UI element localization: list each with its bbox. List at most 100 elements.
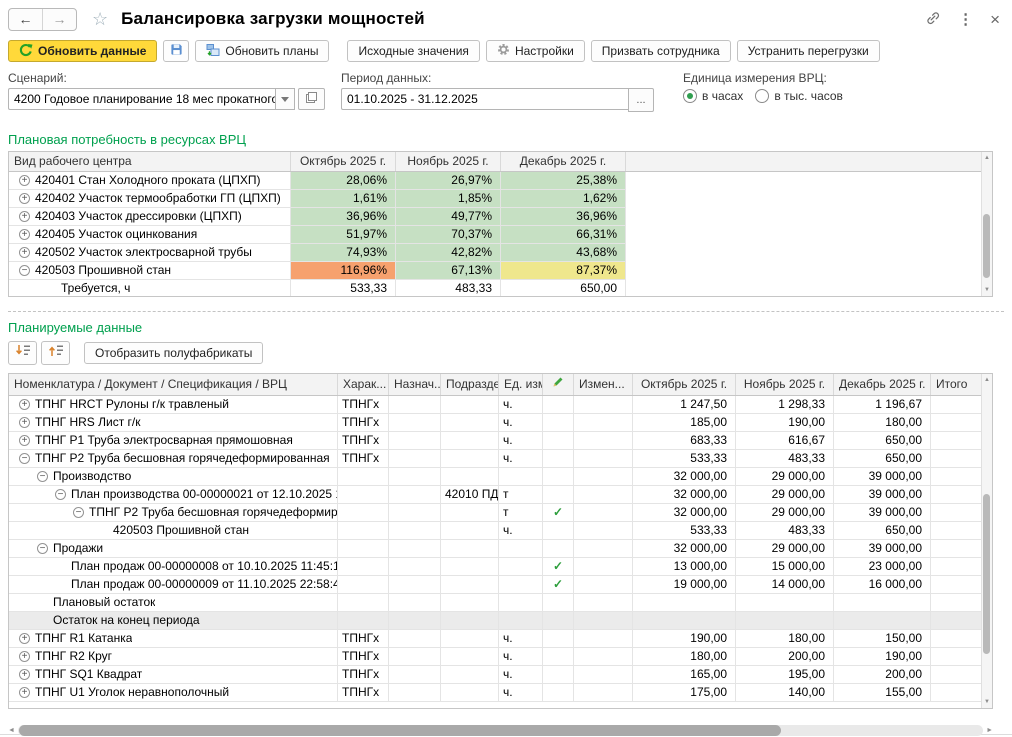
radio-hours[interactable]: в часах bbox=[683, 89, 743, 103]
collapse-icon[interactable]: − bbox=[19, 453, 30, 464]
column-header[interactable]: Октябрь 2025 г. bbox=[291, 152, 396, 171]
expand-icon[interactable]: + bbox=[19, 687, 30, 698]
radio-thousand-hours[interactable]: в тыс. часов bbox=[755, 89, 843, 103]
column-header[interactable]: Подразде... bbox=[441, 374, 499, 395]
scrollbar-thumb[interactable] bbox=[983, 214, 990, 278]
vertical-scrollbar[interactable]: ▲ ▼ bbox=[981, 152, 992, 296]
expand-icon[interactable]: + bbox=[19, 651, 30, 662]
refresh-data-button[interactable]: Обновить данные bbox=[8, 40, 157, 62]
scroll-down-icon[interactable]: ▼ bbox=[982, 285, 992, 295]
collapse-levels-button[interactable] bbox=[41, 341, 70, 365]
column-header[interactable]: Декабрь 2025 г. bbox=[834, 374, 931, 395]
table-row[interactable]: −ТПНГ P2 Труба бесшовная горячедеформиро… bbox=[9, 504, 982, 522]
column-header[interactable]: Октябрь 2025 г. bbox=[633, 374, 736, 395]
table-row[interactable]: +ТПНГ P1 Труба электросварная прямошовна… bbox=[9, 432, 982, 450]
period-more-button[interactable]: ... bbox=[628, 88, 654, 112]
table-row[interactable]: −План производства 00-00000021 от 12.10.… bbox=[9, 486, 982, 504]
more-menu-icon[interactable]: ⋮ bbox=[958, 12, 973, 27]
column-header[interactable]: Назнач... bbox=[389, 374, 441, 395]
scroll-down-icon[interactable]: ▼ bbox=[982, 697, 992, 707]
table-row[interactable]: −ТПНГ P2 Труба бесшовная горячедеформиро… bbox=[9, 450, 982, 468]
section-splitter[interactable] bbox=[8, 311, 1004, 312]
favorite-star-icon[interactable]: ☆ bbox=[92, 10, 108, 28]
expand-levels-button[interactable] bbox=[8, 341, 37, 365]
table-row[interactable]: План продаж 00-00000008 от 10.10.2025 11… bbox=[9, 558, 982, 576]
column-header[interactable]: Итого bbox=[931, 374, 982, 395]
show-semiproducts-button[interactable]: Отобразить полуфабрикаты bbox=[84, 342, 263, 364]
table-row[interactable]: План продаж 00-00000009 от 11.10.2025 22… bbox=[9, 576, 982, 594]
expand-icon[interactable]: + bbox=[19, 633, 30, 644]
collapse-icon[interactable]: − bbox=[55, 489, 66, 500]
refresh-plans-button[interactable]: Обновить планы bbox=[195, 40, 329, 62]
settings-button[interactable]: Настройки bbox=[486, 40, 585, 62]
horizontal-scrollbar[interactable]: ◄ ► bbox=[8, 724, 993, 737]
initial-values-button[interactable]: Исходные значения bbox=[347, 40, 479, 62]
table-row[interactable]: +ТПНГ U1 Уголок неравнополочныйТПНГхч.17… bbox=[9, 684, 982, 702]
expand-icon[interactable]: + bbox=[19, 399, 30, 410]
scroll-right-icon[interactable]: ► bbox=[986, 724, 993, 737]
collapse-icon[interactable]: − bbox=[19, 265, 30, 276]
table-row[interactable]: +ТПНГ R2 КругТПНГхч.180,00200,00190,00 bbox=[9, 648, 982, 666]
collapse-icon[interactable]: − bbox=[37, 471, 48, 482]
column-header[interactable]: Ед. изм. bbox=[499, 374, 543, 395]
table-row[interactable]: +420405 Участок оцинкования51,97%70,37%6… bbox=[9, 226, 982, 244]
table-row[interactable]: Требуется, ч533,33483,33650,00 bbox=[9, 280, 982, 296]
characteristic-cell: ТПНГх bbox=[338, 630, 389, 648]
table-row[interactable]: −420503 Прошивной стан116,96%67,13%87,37… bbox=[9, 262, 982, 280]
expand-icon[interactable]: + bbox=[19, 669, 30, 680]
table-row[interactable]: +420402 Участок термообработки ГП (ЦПХП)… bbox=[9, 190, 982, 208]
table-row[interactable]: Остаток на конец периода bbox=[9, 612, 982, 630]
table-row[interactable]: +ТПНГ SQ1 КвадратТПНГхч.165,00195,00200,… bbox=[9, 666, 982, 684]
scroll-up-icon[interactable]: ▲ bbox=[982, 153, 992, 163]
period-input[interactable]: 01.10.2025 - 31.12.2025 bbox=[341, 88, 628, 110]
table-row[interactable]: 420503 Прошивной станч.533,33483,33650,0… bbox=[9, 522, 982, 540]
collapse-icon[interactable]: − bbox=[73, 507, 84, 518]
table-row[interactable]: −Производство32 000,0029 000,0039 000,00 bbox=[9, 468, 982, 486]
column-header[interactable]: Номенклатура / Документ / Спецификация /… bbox=[9, 374, 338, 395]
table-row[interactable]: +ТПНГ HRS Лист г/кТПНГхч.185,00190,00180… bbox=[9, 414, 982, 432]
table-row[interactable]: +420401 Стан Холодного проката (ЦПХП)28,… bbox=[9, 172, 982, 190]
column-header[interactable]: Вид рабочего центра bbox=[9, 152, 291, 171]
back-button[interactable]: ← bbox=[9, 9, 42, 30]
table-row[interactable]: +ТПНГ HRCT Рулоны г/к травленыйТПНГхч.1 … bbox=[9, 396, 982, 414]
column-header[interactable]: Измен... bbox=[574, 374, 633, 395]
scrollbar-track[interactable] bbox=[18, 725, 983, 736]
expand-icon[interactable]: + bbox=[19, 229, 30, 240]
column-header[interactable]: Харак... bbox=[338, 374, 389, 395]
expand-icon[interactable]: + bbox=[19, 435, 30, 446]
table-row[interactable]: +ТПНГ R1 КатанкаТПНГхч.190,00180,00150,0… bbox=[9, 630, 982, 648]
vertical-scrollbar[interactable]: ▲ ▼ bbox=[981, 374, 992, 708]
row-label: ТПНГ SQ1 Квадрат bbox=[35, 666, 142, 683]
expand-icon[interactable]: + bbox=[19, 247, 30, 258]
scroll-up-icon[interactable]: ▲ bbox=[982, 375, 992, 385]
changed-cell bbox=[574, 684, 633, 702]
table-row[interactable]: Плановый остаток bbox=[9, 594, 982, 612]
fix-overloads-button[interactable]: Устранить перегрузки bbox=[737, 40, 880, 62]
department-cell bbox=[441, 540, 499, 558]
forward-button[interactable]: → bbox=[42, 9, 76, 30]
collapse-icon[interactable]: − bbox=[37, 543, 48, 554]
scenario-open-button[interactable] bbox=[298, 88, 325, 110]
november-cell: 190,00 bbox=[736, 414, 834, 432]
scenario-dropdown-button[interactable] bbox=[275, 88, 295, 110]
demand-table-body: +420401 Стан Холодного проката (ЦПХП)28,… bbox=[9, 172, 982, 296]
column-header[interactable]: Ноябрь 2025 г. bbox=[736, 374, 834, 395]
expand-icon[interactable]: + bbox=[19, 417, 30, 428]
expand-icon[interactable]: + bbox=[19, 175, 30, 186]
link-icon[interactable] bbox=[925, 10, 941, 29]
call-employee-button[interactable]: Призвать сотрудника bbox=[591, 40, 731, 62]
scrollbar-thumb[interactable] bbox=[19, 725, 781, 736]
table-row[interactable]: −Продажи32 000,0029 000,0039 000,00 bbox=[9, 540, 982, 558]
scroll-left-icon[interactable]: ◄ bbox=[8, 724, 15, 737]
edit-column-header[interactable] bbox=[543, 374, 574, 395]
table-row[interactable]: +420403 Участок дрессировки (ЦПХП)36,96%… bbox=[9, 208, 982, 226]
table-row[interactable]: +420502 Участок электросварной трубы74,9… bbox=[9, 244, 982, 262]
save-button[interactable] bbox=[163, 40, 189, 62]
column-header[interactable]: Ноябрь 2025 г. bbox=[396, 152, 501, 171]
close-icon[interactable]: × bbox=[990, 12, 1000, 27]
column-header[interactable]: Декабрь 2025 г. bbox=[501, 152, 626, 171]
scrollbar-thumb[interactable] bbox=[983, 494, 990, 654]
expand-icon[interactable]: + bbox=[19, 193, 30, 204]
scenario-input[interactable]: 4200 Годовое планирование 18 мес прокатн… bbox=[8, 88, 275, 110]
expand-icon[interactable]: + bbox=[19, 211, 30, 222]
